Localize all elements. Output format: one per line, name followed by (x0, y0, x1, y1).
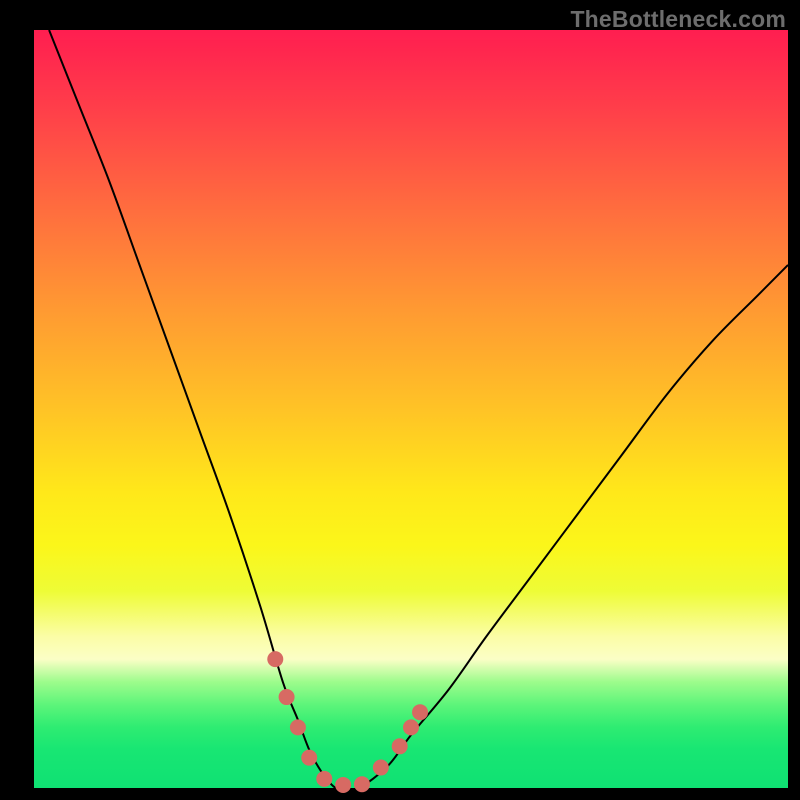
highlight-dot (373, 760, 389, 776)
bottleneck-plot (0, 0, 800, 800)
highlight-dot (301, 750, 317, 766)
highlight-dot (316, 771, 332, 787)
bottleneck-curve (49, 30, 788, 791)
highlight-dot (392, 738, 408, 754)
highlight-dot (279, 689, 295, 705)
highlight-dot (354, 776, 370, 792)
highlight-dot (290, 719, 306, 735)
highlight-dot (335, 777, 351, 793)
highlight-dot (412, 704, 428, 720)
highlight-dot (403, 719, 419, 735)
highlight-dot (267, 651, 283, 667)
